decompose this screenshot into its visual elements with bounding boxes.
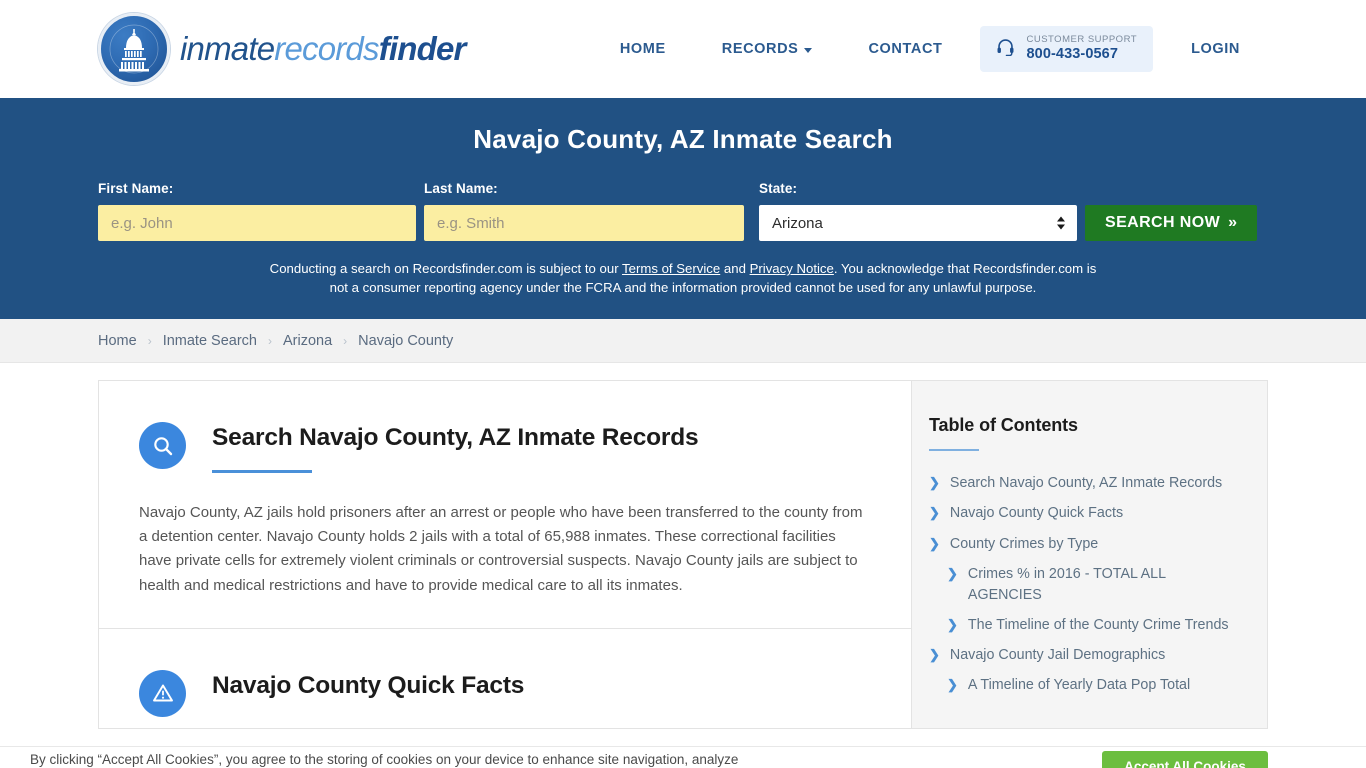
breadcrumb: Home › Inmate Search › Arizona › Navajo … bbox=[98, 333, 453, 349]
site-logo[interactable]: inmaterecordsfinder bbox=[98, 13, 466, 85]
nav-label-home: HOME bbox=[619, 41, 666, 57]
nav-label-login: LOGIN bbox=[1191, 41, 1240, 57]
first-name-input[interactable] bbox=[98, 205, 416, 241]
section-quick-facts: Navajo County Quick Facts bbox=[99, 629, 911, 747]
toc-item[interactable]: ❯ Navajo County Jail Demographics bbox=[929, 645, 1239, 666]
section-body-text: Navajo County, AZ jails hold prisoners a… bbox=[139, 503, 863, 594]
chevron-right-icon: ❯ bbox=[929, 647, 940, 663]
nav-item-login[interactable]: LOGIN bbox=[1163, 41, 1268, 57]
toc-item[interactable]: ❯ County Crimes by Type bbox=[929, 534, 1239, 555]
nav-item-records[interactable]: RECORDS bbox=[694, 41, 841, 57]
section-underline bbox=[212, 469, 312, 473]
first-name-field-group: First Name: bbox=[98, 181, 416, 241]
cookie-banner-text: By clicking “Accept All Cookies”, you ag… bbox=[30, 752, 739, 767]
accept-all-cookies-button[interactable]: Accept All Cookies bbox=[1102, 751, 1268, 768]
toc-link[interactable]: The Timeline of the County Crime Trends bbox=[968, 615, 1229, 636]
magnifier-icon bbox=[139, 422, 186, 470]
table-of-contents: Table of Contents ❯ Search Navajo County… bbox=[911, 380, 1268, 730]
toc-link[interactable]: Navajo County Jail Demographics bbox=[950, 645, 1165, 666]
support-label: CUSTOMER SUPPORT bbox=[1026, 34, 1138, 46]
terms-of-service-link[interactable]: Terms of Service bbox=[622, 261, 720, 276]
toc-item[interactable]: ❯ Navajo County Quick Facts bbox=[929, 503, 1239, 524]
toc-list: ❯ Search Navajo County, AZ Inmate Record… bbox=[929, 473, 1239, 696]
page-content: Search Navajo County, AZ Inmate Records … bbox=[0, 363, 1366, 730]
toc-link[interactable]: Navajo County Quick Facts bbox=[950, 503, 1123, 524]
main-content-card: Search Navajo County, AZ Inmate Records … bbox=[98, 380, 911, 730]
state-select-value: Arizona bbox=[772, 214, 823, 232]
disclaimer-part1: Conducting a search on Recordsfinder.com… bbox=[269, 261, 623, 276]
last-name-label: Last Name: bbox=[424, 181, 498, 196]
section-title: Search Navajo County, AZ Inmate Records bbox=[212, 424, 699, 452]
breadcrumb-separator-icon: › bbox=[268, 333, 272, 348]
page-title: Navajo County, AZ Inmate Search bbox=[473, 124, 893, 154]
nav-label-records: RECORDS bbox=[721, 41, 799, 57]
chevron-right-icon: ❯ bbox=[929, 505, 940, 521]
privacy-notice-link[interactable]: Privacy Notice bbox=[750, 261, 834, 276]
customer-support-button[interactable]: CUSTOMER SUPPORT 800-433-0567 bbox=[980, 26, 1154, 72]
state-field-group: State: Arizona bbox=[759, 181, 1077, 241]
alert-triangle-icon bbox=[139, 669, 186, 717]
chevron-right-icon: ❯ bbox=[947, 565, 958, 581]
logo-text-part1: inmate bbox=[180, 30, 275, 67]
cookie-consent-banner: By clicking “Accept All Cookies”, you ag… bbox=[0, 746, 1366, 768]
search-now-button[interactable]: SEARCH NOW » bbox=[1085, 205, 1258, 241]
hero-search-section: Navajo County, AZ Inmate Search First Na… bbox=[0, 98, 1366, 320]
chevron-down-icon bbox=[804, 47, 813, 53]
logo-text-part2: records bbox=[274, 30, 379, 67]
search-button-label: SEARCH NOW bbox=[1105, 214, 1221, 231]
breadcrumb-item-inmate-search[interactable]: Inmate Search bbox=[163, 333, 257, 349]
logo-wordmark: inmaterecordsfinder bbox=[180, 30, 466, 68]
nav-item-home[interactable]: HOME bbox=[592, 41, 694, 57]
main-navigation: HOME RECORDS CONTACT CUSTOMER SUPPORT 80… bbox=[592, 26, 1268, 72]
chevron-right-icon: ❯ bbox=[929, 475, 940, 491]
inmate-search-form: First Name: Last Name: State: Arizona SE… bbox=[98, 181, 1268, 241]
site-header: inmaterecordsfinder HOME RECORDS CONTACT bbox=[0, 0, 1366, 98]
toc-title: Table of Contents bbox=[929, 415, 1078, 436]
capitol-dome-icon bbox=[98, 13, 170, 85]
headset-icon bbox=[996, 37, 1015, 61]
nav-label-contact: CONTACT bbox=[868, 41, 943, 57]
disclaimer-part2: and bbox=[720, 261, 750, 276]
breadcrumb-separator-icon: › bbox=[147, 333, 152, 348]
section-title: Navajo County Quick Facts bbox=[212, 671, 525, 699]
toc-link[interactable]: A Timeline of Yearly Data Pop Total bbox=[968, 675, 1190, 696]
chevron-right-icon: ❯ bbox=[947, 677, 958, 693]
breadcrumb-current: Navajo County bbox=[358, 332, 454, 349]
toc-item[interactable]: ❯ A Timeline of Yearly Data Pop Total bbox=[929, 675, 1239, 696]
section-search-records: Search Navajo County, AZ Inmate Records … bbox=[99, 381, 911, 628]
first-name-label: First Name: bbox=[98, 181, 174, 196]
breadcrumb-item-home[interactable]: Home bbox=[98, 333, 137, 349]
last-name-input[interactable] bbox=[424, 205, 744, 241]
logo-text-part3: finder bbox=[378, 30, 467, 67]
toc-item[interactable]: ❯ The Timeline of the County Crime Trend… bbox=[929, 615, 1239, 636]
toc-item[interactable]: ❯ Crimes % in 2016 - TOTAL ALL AGENCIES bbox=[929, 564, 1239, 606]
support-phone: 800-433-0567 bbox=[1026, 46, 1118, 63]
search-disclaimer: Conducting a search on Recordsfinder.com… bbox=[260, 259, 1106, 297]
double-chevron-right-icon: » bbox=[1228, 214, 1238, 231]
select-spinner-icon bbox=[1057, 216, 1065, 230]
breadcrumb-bar: Home › Inmate Search › Arizona › Navajo … bbox=[0, 319, 1366, 364]
state-select[interactable]: Arizona bbox=[759, 205, 1077, 241]
breadcrumb-item-arizona[interactable]: Arizona bbox=[283, 333, 332, 349]
last-name-field-group: Last Name: bbox=[424, 181, 744, 241]
toc-link[interactable]: Search Navajo County, AZ Inmate Records bbox=[950, 473, 1222, 494]
chevron-right-icon: ❯ bbox=[929, 535, 940, 551]
state-label: State: bbox=[759, 181, 798, 196]
toc-link[interactable]: County Crimes by Type bbox=[950, 534, 1098, 555]
toc-link[interactable]: Crimes % in 2016 - TOTAL ALL AGENCIES bbox=[968, 564, 1239, 606]
nav-item-contact[interactable]: CONTACT bbox=[840, 41, 970, 57]
chevron-right-icon: ❯ bbox=[947, 617, 958, 633]
toc-item[interactable]: ❯ Search Navajo County, AZ Inmate Record… bbox=[929, 473, 1239, 494]
breadcrumb-separator-icon: › bbox=[343, 333, 348, 348]
toc-underline bbox=[929, 449, 979, 452]
